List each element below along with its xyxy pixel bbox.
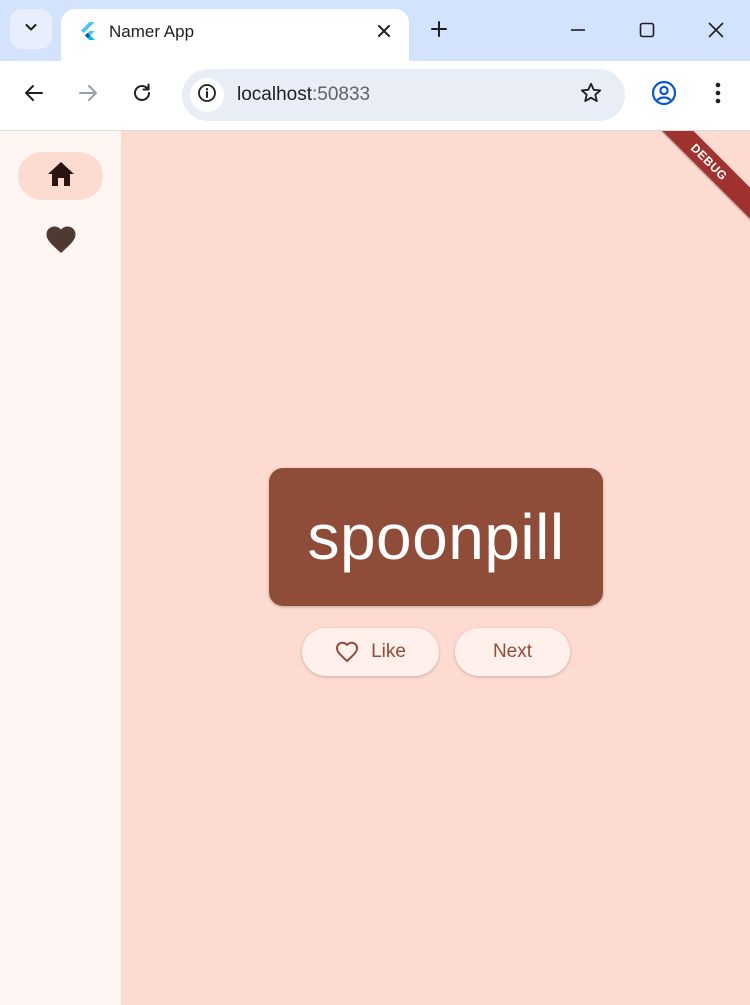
forward-button[interactable] (71, 78, 105, 112)
plus-icon (430, 20, 448, 43)
namer-app: spoonpill Like Next DEBUG (0, 131, 750, 1005)
browser-tab-strip: Namer App (0, 0, 750, 61)
account-circle-icon (651, 80, 677, 111)
browser-tab-active[interactable]: Namer App (61, 9, 409, 61)
like-button[interactable]: Like (302, 628, 439, 676)
arrow-left-icon (23, 82, 45, 109)
favorite-icon (45, 225, 77, 260)
url-port: :50833 (312, 84, 371, 105)
profile-button[interactable] (647, 78, 681, 112)
address-bar[interactable]: localhost:50833 (182, 69, 625, 121)
info-icon (197, 83, 217, 108)
more-vertical-icon (714, 81, 722, 110)
close-icon (707, 21, 725, 44)
word-pair-card: spoonpill (269, 468, 603, 606)
back-button[interactable] (17, 78, 51, 112)
close-tab-icon[interactable] (373, 20, 395, 42)
tab-title: Namer App (109, 22, 195, 41)
generator-page: spoonpill Like Next DEBUG (121, 131, 750, 1005)
like-label: Like (371, 641, 406, 662)
heart-outline-icon (335, 641, 359, 663)
rail-item-favorites[interactable] (18, 218, 103, 266)
next-button[interactable]: Next (455, 628, 570, 676)
home-icon (45, 159, 77, 194)
next-label: Next (492, 641, 533, 662)
navigation-rail (0, 131, 121, 1005)
star-icon (579, 81, 603, 110)
maximize-window-button[interactable] (627, 12, 667, 52)
url-host: localhost (237, 84, 312, 105)
flutter-logo-icon (78, 21, 98, 41)
maximize-icon (639, 22, 655, 43)
site-info-button[interactable] (190, 78, 224, 112)
arrow-right-icon (77, 82, 99, 109)
rail-item-home[interactable] (18, 152, 103, 200)
close-window-button[interactable] (696, 12, 736, 52)
reload-button[interactable] (125, 78, 159, 112)
browser-toolbar: localhost:50833 (0, 61, 750, 130)
minimize-window-button[interactable] (558, 12, 598, 52)
chevron-down-icon (23, 19, 39, 40)
url-text: localhost:50833 (237, 84, 370, 106)
reload-icon (131, 82, 153, 109)
tab-search-button[interactable] (10, 9, 52, 49)
browser-menu-button[interactable] (701, 78, 735, 112)
debug-banner: DEBUG (648, 131, 750, 223)
word-pair-text: spoonpill (307, 501, 565, 573)
new-tab-button[interactable] (424, 16, 454, 46)
minimize-icon (570, 22, 586, 43)
bookmark-button[interactable] (577, 81, 605, 109)
